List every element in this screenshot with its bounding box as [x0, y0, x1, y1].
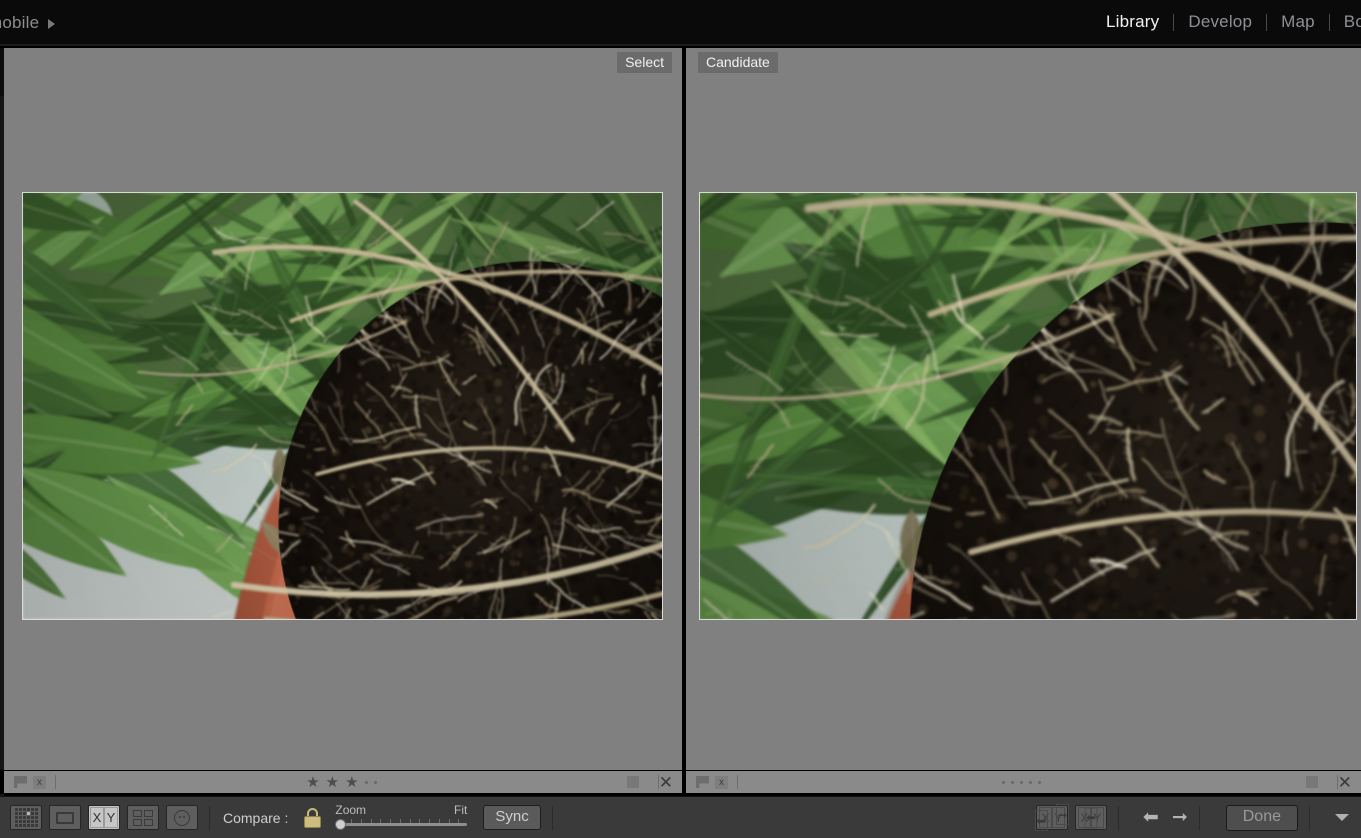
compare-label: Compare : [223, 810, 288, 826]
star-empty-icon[interactable] [1011, 781, 1014, 784]
zoom-slider-handle[interactable] [335, 819, 346, 830]
sync-button[interactable]: Sync [483, 805, 540, 830]
grid-icon [15, 808, 38, 827]
divider [1118, 806, 1119, 830]
divider [552, 806, 553, 830]
module-picker: Library Develop Map Bo [1092, 12, 1361, 32]
select-badge: Select [617, 52, 672, 73]
candidate-pane[interactable]: Candidate [686, 48, 1361, 770]
grid-view-button[interactable] [10, 805, 42, 830]
loupe-icon [56, 812, 74, 824]
identity-plate-text: mobile [0, 13, 39, 33]
swap-arrow-bottom: ⬅ [1035, 810, 1048, 831]
people-view-button[interactable] [166, 805, 198, 830]
survey-view-button[interactable] [127, 805, 159, 830]
select-pane[interactable]: Select [4, 48, 682, 770]
zoom-value: Fit [454, 803, 467, 817]
star-empty-icon[interactable] [1029, 781, 1032, 784]
star-empty-icon[interactable] [1020, 781, 1023, 784]
identity-plate[interactable]: mobile [0, 13, 55, 33]
zoom-slider-labels: Zoom Fit [335, 803, 467, 817]
lightroom-compare-window: mobile Library Develop Map Bo Select Can… [0, 0, 1361, 838]
zoom-label: Zoom [335, 803, 366, 817]
star-filled-icon[interactable]: ★ [345, 775, 358, 790]
zoom-slider-group[interactable]: Zoom Fit [335, 803, 467, 833]
select-photo-canvas [23, 193, 662, 619]
close-x-icon[interactable]: ✕ [659, 774, 673, 791]
padlock-body [304, 816, 321, 828]
reject-x-icon[interactable]: x [33, 776, 46, 789]
next-photo-button[interactable]: ➞ [1172, 808, 1188, 827]
compare-view-button[interactable]: XY [88, 805, 120, 830]
bottom-toolbar: XY Compare : Zoom Fit Sync [0, 796, 1361, 838]
select-photo[interactable] [22, 192, 663, 620]
module-develop[interactable]: Develop [1174, 12, 1266, 32]
make-select-button[interactable]: XY ⬅ [1075, 805, 1107, 830]
reject-x-icon[interactable]: x [715, 776, 728, 789]
padlock-closed-icon[interactable] [304, 808, 321, 828]
close-x-icon[interactable]: ✕ [1338, 774, 1352, 791]
make-select-arrow: ⬅ [1084, 807, 1097, 828]
zoom-slider-ticks [341, 819, 459, 824]
module-book[interactable]: Bo [1330, 12, 1361, 32]
star-empty-icon[interactable] [1002, 781, 1005, 784]
star-empty-icon[interactable] [374, 781, 377, 784]
swap-arrow-top: ➞ [1056, 804, 1069, 825]
compare-stage: Select Candidate [0, 48, 1361, 770]
photo-info-bars: x ★ ★ ★ ✕ x ✕ [0, 770, 1361, 794]
module-library[interactable]: Library [1092, 12, 1173, 32]
module-map[interactable]: Map [1267, 12, 1329, 32]
previous-photo-button[interactable]: ⬅ [1143, 808, 1159, 827]
candidate-info-bar: x ✕ [686, 771, 1361, 793]
select-info-bar: x ★ ★ ★ ✕ [4, 771, 682, 793]
caret-right-icon[interactable] [48, 19, 55, 29]
flag-icon[interactable] [14, 776, 27, 788]
survey-icon [133, 810, 153, 826]
candidate-badge: Candidate [698, 52, 778, 73]
make-select-icon: XY ⬅ [1077, 807, 1105, 828]
swap-xy-icon: XY ➞ ⬅ [1038, 807, 1066, 828]
color-label-swatch[interactable] [1306, 776, 1318, 788]
loupe-view-button[interactable] [49, 805, 81, 830]
color-label-swatch[interactable] [627, 776, 639, 788]
divider [1199, 806, 1200, 830]
divider [1309, 806, 1310, 830]
star-filled-icon[interactable]: ★ [326, 775, 339, 790]
select-rating[interactable]: ★ ★ ★ [56, 775, 627, 790]
done-button[interactable]: Done [1226, 805, 1298, 831]
face-icon [174, 810, 190, 826]
divider [209, 806, 210, 830]
candidate-rating[interactable] [738, 781, 1306, 784]
candidate-photo[interactable] [699, 192, 1357, 620]
chevron-down-icon[interactable] [1335, 814, 1349, 821]
xy-compare-icon: XY [90, 807, 118, 828]
top-bar: mobile Library Develop Map Bo [0, 0, 1361, 46]
flag-icon[interactable] [696, 776, 709, 788]
star-empty-icon[interactable] [365, 781, 368, 784]
swap-button[interactable]: XY ➞ ⬅ [1036, 805, 1068, 830]
candidate-photo-canvas [700, 193, 1356, 619]
star-empty-icon[interactable] [1038, 781, 1041, 784]
star-filled-icon[interactable]: ★ [306, 775, 319, 790]
